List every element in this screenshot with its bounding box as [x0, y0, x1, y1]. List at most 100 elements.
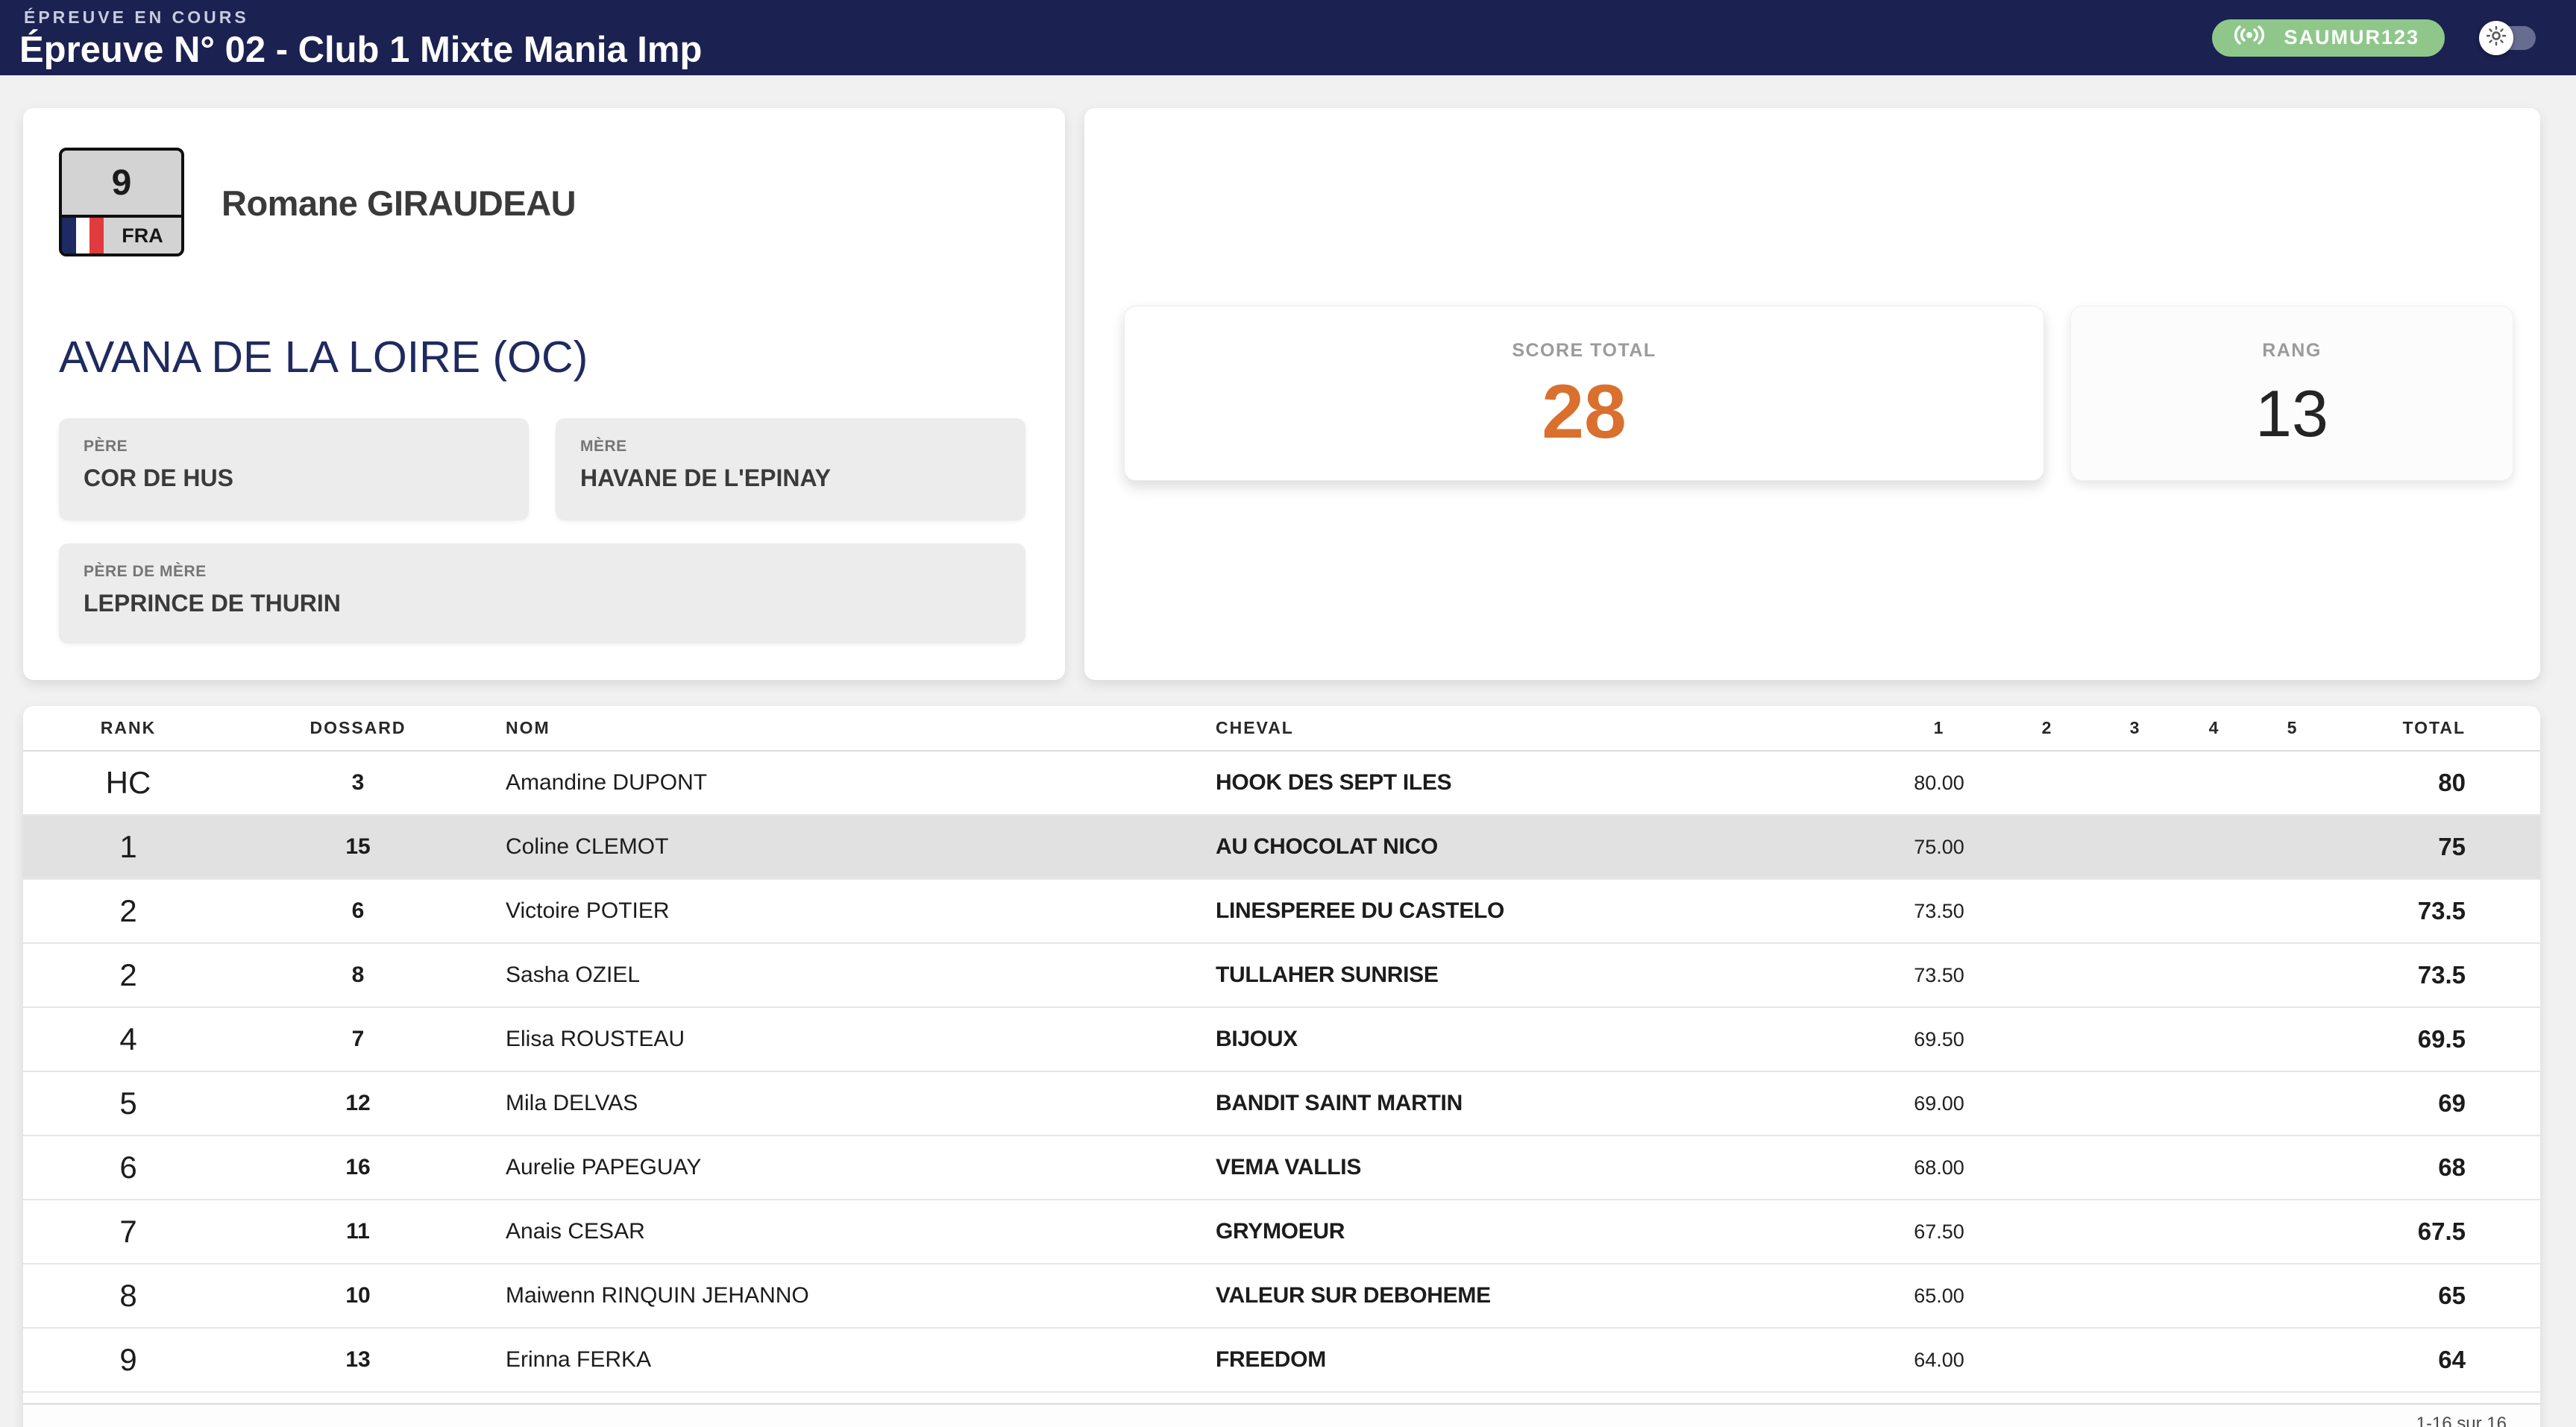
- score3-cell: [2096, 815, 2175, 879]
- score4-cell: [2175, 752, 2254, 815]
- rank-cell: 4: [23, 1007, 233, 1071]
- dossard-cell: 3: [233, 752, 483, 815]
- dossard-cell: 8: [233, 943, 483, 1007]
- dossard-cell: 6: [233, 879, 483, 943]
- theme-toggle-knob: [2479, 21, 2513, 55]
- horse-cell: BANDIT SAINT MARTIN: [1193, 1071, 1879, 1135]
- results-table-header: RANK DOSSARD NOM CHEVAL 1 2 3 4 5 TOTAL: [23, 706, 2540, 752]
- col-header-rank: RANK: [23, 706, 233, 751]
- total-cell: 73.5: [2331, 879, 2540, 943]
- sun-icon: [2487, 26, 2506, 49]
- score3-cell: [2096, 943, 2175, 1007]
- score5-cell: [2254, 1007, 2331, 1071]
- score4-cell: [2175, 1328, 2254, 1392]
- horse-cell: TULLAHER SUNRISE: [1193, 943, 1879, 1007]
- rank-cell: 9: [23, 1328, 233, 1392]
- table-row[interactable]: 1 15 Coline CLEMOT AU CHOCOLAT NICO 75.0…: [23, 815, 2540, 879]
- pedigree-dam-box: MÈRE HAVANE DE L'EPINAY: [556, 418, 1025, 520]
- score4-cell: [2175, 1264, 2254, 1328]
- pagination-bar: 1-16 sur 16: [23, 1403, 2540, 1427]
- rank-cell: 2: [23, 943, 233, 1007]
- pedigree-damsire-value: LEPRINCE DE THURIN: [84, 590, 1001, 617]
- results-table-card: RANK DOSSARD NOM CHEVAL 1 2 3 4 5 TOTAL: [23, 706, 2540, 1427]
- total-cell: 75: [2331, 815, 2540, 879]
- theme-toggle[interactable]: [2479, 21, 2536, 55]
- score2-cell: [1999, 1071, 2096, 1135]
- total-cell: 69.5: [2331, 1007, 2540, 1071]
- table-row[interactable]: 8 10 Maiwenn RINQUIN JEHANNO VALEUR SUR …: [23, 1264, 2540, 1328]
- table-row[interactable]: 9 13 Erinna FERKA FREEDOM 64.00 64: [23, 1328, 2540, 1392]
- score2-cell: [1999, 1007, 2096, 1071]
- dossard-cell: 15: [233, 815, 483, 879]
- results-table-scroll-area[interactable]: HC 3 Amandine DUPONT HOOK DES SEPT ILES …: [23, 752, 2540, 1403]
- score2-cell: [1999, 1264, 2096, 1328]
- horse-cell: GRYMOEUR: [1193, 1200, 1879, 1264]
- dossard-cell: 4: [233, 1392, 483, 1403]
- score1-cell: 73.50: [1879, 943, 1999, 1007]
- rank-cell: 6: [23, 1135, 233, 1200]
- session-badge[interactable]: SAUMUR123: [2212, 19, 2445, 57]
- table-row[interactable]: 7 11 Anais CESAR GRYMOEUR 67.50 67.5: [23, 1200, 2540, 1264]
- table-row[interactable]: 2 6 Victoire POTIER LINESPEREE DU CASTEL…: [23, 879, 2540, 943]
- col-header-nom: NOM: [483, 706, 1193, 751]
- score4-cell: [2175, 879, 2254, 943]
- total-score-value: 28: [1125, 374, 2043, 450]
- score2-cell: [1999, 1392, 2096, 1403]
- dossard-cell: 16: [233, 1135, 483, 1200]
- country-code: FRA: [104, 218, 181, 253]
- rider-cell: Coline CLEMOT: [483, 815, 1193, 879]
- total-cell: 68: [2331, 1135, 2540, 1200]
- rider-cell: Mila DELVAS: [483, 1071, 1193, 1135]
- table-row[interactable]: 4 7 Elisa ROUSTEAU BIJOUX 69.50 69.5: [23, 1007, 2540, 1071]
- score1-cell: 67.50: [1879, 1200, 1999, 1264]
- rank-label: RANG: [2071, 340, 2513, 362]
- horse-cell: LINESPEREE DU CASTELO: [1193, 879, 1879, 943]
- score3-cell: [2096, 879, 2175, 943]
- rider-cell: Maiwenn RINQUIN JEHANNO: [483, 1264, 1193, 1328]
- score4-cell: [2175, 943, 2254, 1007]
- score1-cell: 80.00: [1879, 752, 1999, 815]
- total-cell: 65: [2331, 1264, 2540, 1328]
- rider-cell: Elisa ROUSTEAU: [483, 1007, 1193, 1071]
- score3-cell: [2096, 1264, 2175, 1328]
- table-row[interactable]: 5 12 Mila DELVAS BANDIT SAINT MARTIN 69.…: [23, 1071, 2540, 1135]
- rider-cell: Aurelie PAPEGUAY: [483, 1135, 1193, 1200]
- results-table-body: HC 3 Amandine DUPONT HOOK DES SEPT ILES …: [23, 752, 2540, 1403]
- score3-cell: [2096, 1071, 2175, 1135]
- broadcast-icon: [2231, 22, 2267, 53]
- score1-cell: 65.00: [1879, 1264, 1999, 1328]
- pedigree-sire-box: PÈRE COR DE HUS: [59, 418, 529, 520]
- dossard-cell: 10: [233, 1264, 483, 1328]
- score2-cell: [1999, 1328, 2096, 1392]
- table-row[interactable]: HC 3 Amandine DUPONT HOOK DES SEPT ILES …: [23, 752, 2540, 815]
- table-row[interactable]: 10 4 Coralie CASSERON CARLOTTA DE VALLET…: [23, 1392, 2540, 1403]
- rank-cell: 10: [23, 1392, 233, 1403]
- score5-cell: [2254, 1071, 2331, 1135]
- col-header-total: TOTAL: [2331, 706, 2540, 751]
- rider-cell: Erinna FERKA: [483, 1328, 1193, 1392]
- rank-cell: 1: [23, 815, 233, 879]
- main-content: 9 FRA Romane GIRAUDEAU AVANA DE LA LOIRE…: [0, 75, 2576, 1427]
- score1-cell: 69.50: [1879, 1007, 1999, 1071]
- score2-cell: [1999, 815, 2096, 879]
- score1-cell: 64.00: [1879, 1328, 1999, 1392]
- score2-cell: [1999, 943, 2096, 1007]
- app-screen: ÉPREUVE EN COURS Épreuve N° 02 - Club 1 …: [0, 0, 2576, 1427]
- score4-cell: [2175, 1071, 2254, 1135]
- total-cell: 80: [2331, 752, 2540, 815]
- score1-cell: 68.00: [1879, 1135, 1999, 1200]
- score3-cell: [2096, 1328, 2175, 1392]
- score4-cell: [2175, 1392, 2254, 1403]
- horse-cell: FREEDOM: [1193, 1328, 1879, 1392]
- total-score-card: SCORE TOTAL 28: [1124, 306, 2044, 481]
- total-cell: 64: [2331, 1328, 2540, 1392]
- pedigree-dam-label: MÈRE: [580, 438, 1001, 456]
- total-cell: 67.5: [2331, 1200, 2540, 1264]
- rank-cell: 7: [23, 1200, 233, 1264]
- table-row[interactable]: 6 16 Aurelie PAPEGUAY VEMA VALLIS 68.00 …: [23, 1135, 2540, 1200]
- bib-plate: 9 FRA: [59, 148, 184, 256]
- total-score-label: SCORE TOTAL: [1125, 340, 2043, 362]
- pedigree-sire-label: PÈRE: [84, 438, 504, 456]
- table-row[interactable]: 2 8 Sasha OZIEL TULLAHER SUNRISE 73.50 7…: [23, 943, 2540, 1007]
- score5-cell: [2254, 1264, 2331, 1328]
